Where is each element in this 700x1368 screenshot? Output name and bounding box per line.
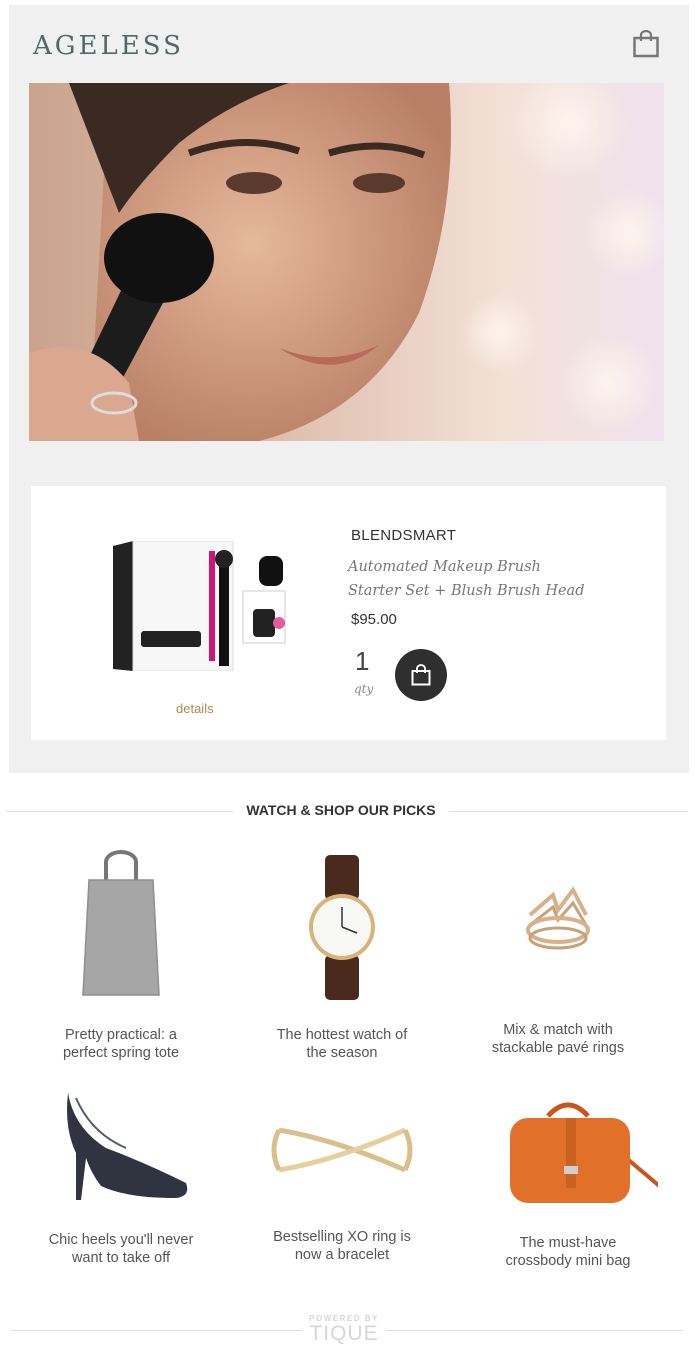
pick-caption-line1: Bestselling XO ring is	[273, 1229, 411, 1245]
picks-section-title: WATCH & SHOP OUR PICKS	[233, 802, 449, 818]
tote-bag-image	[82, 850, 160, 996]
watch-image	[309, 855, 375, 1000]
pick-heels[interactable]: Chic heels you'll never want to take off	[21, 1088, 221, 1267]
pick-caption-line1: Pretty practical: a	[64, 1027, 177, 1043]
hero-video[interactable]	[29, 83, 664, 441]
brand-logo[interactable]: AGELESS	[33, 31, 184, 61]
product-image[interactable]	[111, 540, 291, 672]
pick-tote[interactable]: Pretty practical: a perfect spring tote	[21, 850, 221, 1062]
product-name-line1: Automated Makeup Brush	[348, 559, 541, 575]
pick-bracelet[interactable]: Bestselling XO ring is now a bracelet	[242, 1110, 442, 1264]
add-to-bag-button[interactable]	[395, 649, 447, 701]
product-price: $95.00	[351, 611, 397, 628]
quantity-label: qty	[354, 682, 374, 696]
pick-crossbody[interactable]: The must-have crossbody mini bag	[468, 1096, 668, 1270]
shopping-bag-icon	[411, 664, 431, 686]
product-brand: BLENDSMART	[351, 527, 457, 544]
quantity-value[interactable]: 1	[355, 646, 369, 677]
powered-by-badge[interactable]: POWERED BY TIQUE	[302, 1314, 386, 1346]
pick-watch[interactable]: The hottest watch of the season	[242, 855, 442, 1062]
product-name: Automated Makeup Brush Starter Set + Blu…	[348, 555, 608, 603]
pick-caption-line2: want to take off	[71, 1250, 171, 1266]
powered-by-brand: TIQUE	[309, 1322, 379, 1345]
crossbody-bag-image	[510, 1102, 658, 1203]
pick-caption-line1: The must-have	[519, 1235, 617, 1251]
pick-caption-line2: perfect spring tote	[62, 1045, 180, 1061]
pick-caption-line2: stackable pavé rings	[491, 1040, 625, 1056]
product-card: details BLENDSMART Automated Makeup Brus…	[31, 486, 666, 740]
pick-caption-line1: The hottest watch of	[276, 1027, 408, 1043]
product-name-line2: Starter Set + Blush Brush Head	[348, 583, 585, 599]
pick-caption-line1: Mix & match with	[503, 1022, 613, 1038]
details-link[interactable]: details	[176, 701, 214, 716]
rings-image	[526, 886, 590, 950]
pick-rings[interactable]: Mix & match with stackable pavé rings	[458, 855, 658, 1057]
pick-caption-line2: now a bracelet	[294, 1247, 390, 1263]
heels-image	[67, 1093, 188, 1200]
shopping-bag-icon[interactable]	[633, 29, 659, 58]
pick-caption-line2: crossbody mini bag	[505, 1253, 631, 1269]
bracelet-image	[271, 1127, 413, 1173]
pick-caption-line2: the season	[306, 1045, 378, 1061]
pick-caption-line1: Chic heels you'll never	[48, 1232, 194, 1248]
